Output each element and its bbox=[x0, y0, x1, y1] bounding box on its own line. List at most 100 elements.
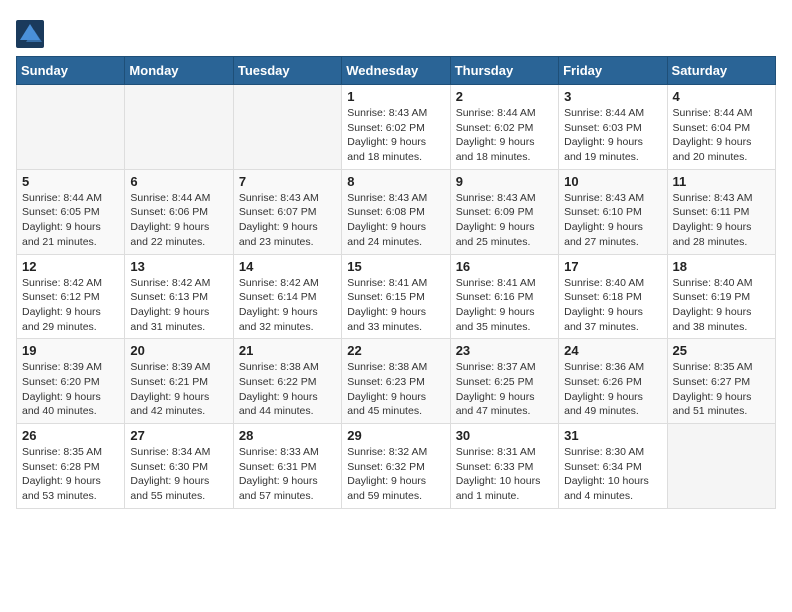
day-number: 27 bbox=[130, 428, 227, 443]
day-info: Sunrise: 8:44 AMSunset: 6:02 PMDaylight:… bbox=[456, 106, 553, 165]
day-cell: 30 Sunrise: 8:31 AMSunset: 6:33 PMDayligh… bbox=[450, 424, 558, 509]
day-number: 10 bbox=[564, 174, 661, 189]
day-cell: 17 Sunrise: 8:40 AMSunset: 6:18 PMDayligh… bbox=[559, 254, 667, 339]
day-cell: 20 Sunrise: 8:39 AMSunset: 6:21 PMDayligh… bbox=[125, 339, 233, 424]
day-info: Sunrise: 8:36 AMSunset: 6:26 PMDaylight:… bbox=[564, 360, 661, 419]
day-info: Sunrise: 8:44 AMSunset: 6:03 PMDaylight:… bbox=[564, 106, 661, 165]
day-cell: 6 Sunrise: 8:44 AMSunset: 6:06 PMDaylight… bbox=[125, 169, 233, 254]
day-number: 22 bbox=[347, 343, 444, 358]
day-cell: 9 Sunrise: 8:43 AMSunset: 6:09 PMDaylight… bbox=[450, 169, 558, 254]
day-cell: 1 Sunrise: 8:43 AMSunset: 6:02 PMDaylight… bbox=[342, 85, 450, 170]
week-row-5: 26 Sunrise: 8:35 AMSunset: 6:28 PMDayligh… bbox=[17, 424, 776, 509]
calendar-body: 1 Sunrise: 8:43 AMSunset: 6:02 PMDaylight… bbox=[17, 85, 776, 509]
day-number: 7 bbox=[239, 174, 336, 189]
day-cell bbox=[125, 85, 233, 170]
day-cell: 2 Sunrise: 8:44 AMSunset: 6:02 PMDaylight… bbox=[450, 85, 558, 170]
week-row-4: 19Sunrise: 8:39 AMSunset: 6:20 PMDayligh… bbox=[17, 339, 776, 424]
logo bbox=[16, 20, 46, 48]
day-number: 17 bbox=[564, 259, 661, 274]
day-info: Sunrise: 8:42 AMSunset: 6:12 PMDaylight:… bbox=[22, 276, 119, 335]
day-number: 2 bbox=[456, 89, 553, 104]
day-cell: 22 Sunrise: 8:38 AMSunset: 6:23 PMDayligh… bbox=[342, 339, 450, 424]
day-number: 19 bbox=[22, 343, 119, 358]
day-info: Sunrise: 8:44 AMSunset: 6:04 PMDaylight:… bbox=[673, 106, 770, 165]
day-cell: 10 Sunrise: 8:43 AMSunset: 6:10 PMDayligh… bbox=[559, 169, 667, 254]
day-number: 31 bbox=[564, 428, 661, 443]
day-info: Sunrise: 8:43 AMSunset: 6:09 PMDaylight:… bbox=[456, 191, 553, 250]
day-info: Sunrise: 8:43 AMSunset: 6:10 PMDaylight:… bbox=[564, 191, 661, 250]
day-info: Sunrise: 8:38 AMSunset: 6:23 PMDaylight:… bbox=[347, 360, 444, 419]
weekday-header-thursday: Thursday bbox=[450, 57, 558, 85]
day-info: Sunrise: 8:34 AMSunset: 6:30 PMDaylight:… bbox=[130, 445, 227, 504]
day-info: Sunrise: 8:31 AMSunset: 6:33 PMDaylight:… bbox=[456, 445, 553, 504]
weekday-header-sunday: Sunday bbox=[17, 57, 125, 85]
day-number: 24 bbox=[564, 343, 661, 358]
day-info: Sunrise: 8:37 AMSunset: 6:25 PMDaylight:… bbox=[456, 360, 553, 419]
week-row-2: 5 Sunrise: 8:44 AMSunset: 6:05 PMDaylight… bbox=[17, 169, 776, 254]
day-number: 12 bbox=[22, 259, 119, 274]
weekday-header-row: SundayMondayTuesdayWednesdayThursdayFrid… bbox=[17, 57, 776, 85]
day-cell: 26 Sunrise: 8:35 AMSunset: 6:28 PMDayligh… bbox=[17, 424, 125, 509]
day-number: 3 bbox=[564, 89, 661, 104]
day-info: Sunrise: 8:44 AMSunset: 6:06 PMDaylight:… bbox=[130, 191, 227, 250]
day-info: Sunrise: 8:35 AMSunset: 6:27 PMDaylight:… bbox=[673, 360, 770, 419]
page-container: SundayMondayTuesdayWednesdayThursdayFrid… bbox=[0, 0, 792, 521]
day-number: 29 bbox=[347, 428, 444, 443]
logo-icon bbox=[16, 20, 44, 48]
header bbox=[16, 16, 776, 48]
weekday-header-wednesday: Wednesday bbox=[342, 57, 450, 85]
day-number: 28 bbox=[239, 428, 336, 443]
day-cell: 29Sunrise: 8:32 AMSunset: 6:32 PMDayligh… bbox=[342, 424, 450, 509]
day-number: 6 bbox=[130, 174, 227, 189]
day-cell: 25 Sunrise: 8:35 AMSunset: 6:27 PMDayligh… bbox=[667, 339, 775, 424]
day-cell: 4 Sunrise: 8:44 AMSunset: 6:04 PMDaylight… bbox=[667, 85, 775, 170]
calendar: SundayMondayTuesdayWednesdayThursdayFrid… bbox=[16, 56, 776, 509]
day-info: Sunrise: 8:30 AMSunset: 6:34 PMDaylight:… bbox=[564, 445, 661, 504]
day-number: 8 bbox=[347, 174, 444, 189]
week-row-1: 1 Sunrise: 8:43 AMSunset: 6:02 PMDaylight… bbox=[17, 85, 776, 170]
day-info: Sunrise: 8:43 AMSunset: 6:11 PMDaylight:… bbox=[673, 191, 770, 250]
day-cell: 15Sunrise: 8:41 AMSunset: 6:15 PMDayligh… bbox=[342, 254, 450, 339]
day-number: 21 bbox=[239, 343, 336, 358]
weekday-header-saturday: Saturday bbox=[667, 57, 775, 85]
day-cell: 11 Sunrise: 8:43 AMSunset: 6:11 PMDayligh… bbox=[667, 169, 775, 254]
day-number: 18 bbox=[673, 259, 770, 274]
day-cell: 19Sunrise: 8:39 AMSunset: 6:20 PMDayligh… bbox=[17, 339, 125, 424]
day-info: Sunrise: 8:43 AMSunset: 6:08 PMDaylight:… bbox=[347, 191, 444, 250]
day-number: 30 bbox=[456, 428, 553, 443]
week-row-3: 12 Sunrise: 8:42 AMSunset: 6:12 PMDayligh… bbox=[17, 254, 776, 339]
day-cell: 3 Sunrise: 8:44 AMSunset: 6:03 PMDaylight… bbox=[559, 85, 667, 170]
weekday-header-tuesday: Tuesday bbox=[233, 57, 341, 85]
day-number: 9 bbox=[456, 174, 553, 189]
day-cell: 8 Sunrise: 8:43 AMSunset: 6:08 PMDaylight… bbox=[342, 169, 450, 254]
day-cell: 12 Sunrise: 8:42 AMSunset: 6:12 PMDayligh… bbox=[17, 254, 125, 339]
day-info: Sunrise: 8:38 AMSunset: 6:22 PMDaylight:… bbox=[239, 360, 336, 419]
day-number: 25 bbox=[673, 343, 770, 358]
day-info: Sunrise: 8:39 AMSunset: 6:21 PMDaylight:… bbox=[130, 360, 227, 419]
day-number: 13 bbox=[130, 259, 227, 274]
day-number: 14 bbox=[239, 259, 336, 274]
day-info: Sunrise: 8:44 AMSunset: 6:05 PMDaylight:… bbox=[22, 191, 119, 250]
day-number: 4 bbox=[673, 89, 770, 104]
day-cell: 24 Sunrise: 8:36 AMSunset: 6:26 PMDayligh… bbox=[559, 339, 667, 424]
day-number: 5 bbox=[22, 174, 119, 189]
day-number: 26 bbox=[22, 428, 119, 443]
day-number: 20 bbox=[130, 343, 227, 358]
day-cell: 14 Sunrise: 8:42 AMSunset: 6:14 PMDayligh… bbox=[233, 254, 341, 339]
day-info: Sunrise: 8:41 AMSunset: 6:16 PMDaylight:… bbox=[456, 276, 553, 335]
day-cell: 5 Sunrise: 8:44 AMSunset: 6:05 PMDaylight… bbox=[17, 169, 125, 254]
day-info: Sunrise: 8:43 AMSunset: 6:07 PMDaylight:… bbox=[239, 191, 336, 250]
day-info: Sunrise: 8:43 AMSunset: 6:02 PMDaylight:… bbox=[347, 106, 444, 165]
day-info: Sunrise: 8:42 AMSunset: 6:14 PMDaylight:… bbox=[239, 276, 336, 335]
weekday-header-monday: Monday bbox=[125, 57, 233, 85]
day-info: Sunrise: 8:35 AMSunset: 6:28 PMDaylight:… bbox=[22, 445, 119, 504]
day-info: Sunrise: 8:40 AMSunset: 6:19 PMDaylight:… bbox=[673, 276, 770, 335]
day-number: 11 bbox=[673, 174, 770, 189]
day-number: 1 bbox=[347, 89, 444, 104]
day-number: 23 bbox=[456, 343, 553, 358]
day-cell: 28Sunrise: 8:33 AMSunset: 6:31 PMDayligh… bbox=[233, 424, 341, 509]
day-cell: 16Sunrise: 8:41 AMSunset: 6:16 PMDayligh… bbox=[450, 254, 558, 339]
weekday-header-friday: Friday bbox=[559, 57, 667, 85]
day-info: Sunrise: 8:40 AMSunset: 6:18 PMDaylight:… bbox=[564, 276, 661, 335]
day-number: 15 bbox=[347, 259, 444, 274]
